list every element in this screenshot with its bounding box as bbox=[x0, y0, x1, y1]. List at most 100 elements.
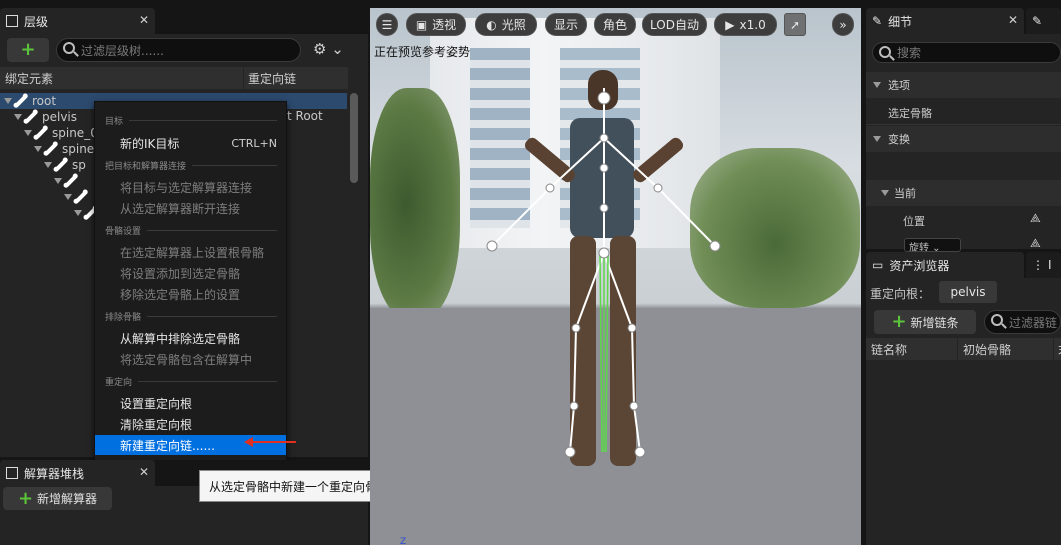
menu-label: 清除重定向根 bbox=[120, 417, 193, 432]
chain-value: t Root bbox=[287, 109, 323, 123]
more-options-button[interactable]: » bbox=[832, 13, 854, 36]
hierarchy-scrollbar[interactable] bbox=[350, 93, 358, 183]
menu-label: 在选定解算器上设置根骨骼 bbox=[120, 245, 265, 260]
tree-row-spine0[interactable]: spine_0 bbox=[24, 125, 98, 141]
col-end-bone[interactable]: 末 bbox=[1054, 338, 1061, 360]
menu-item-new-chain[interactable]: 新建重定向链...... bbox=[95, 435, 286, 455]
tab-details[interactable]: ✎ 细节 ✕ bbox=[866, 8, 1024, 34]
viewport-menu-button[interactable]: ☰ bbox=[376, 13, 398, 36]
menu-item-clear-retarget-root[interactable]: 清除重定向根 bbox=[95, 414, 286, 434]
divider bbox=[866, 124, 1061, 125]
show-button[interactable]: 显示 bbox=[545, 13, 587, 36]
rotation-label: 旋转 bbox=[909, 243, 929, 252]
close-icon[interactable]: ✕ bbox=[139, 465, 149, 479]
expand-icon[interactable] bbox=[4, 98, 12, 104]
divider bbox=[192, 165, 277, 166]
lod-button[interactable]: LOD自动 bbox=[642, 13, 707, 36]
menu-item-exclude[interactable]: 从解算中排除选定骨骼 bbox=[95, 328, 286, 348]
expand-icon[interactable] bbox=[14, 114, 22, 120]
viewport[interactable]: 正在预览参考姿势 Z bbox=[370, 8, 861, 545]
add-solver-button[interactable]: + 新增解算器 bbox=[3, 487, 112, 510]
expand-icon[interactable] bbox=[64, 194, 72, 200]
section-current[interactable]: 当前 bbox=[866, 180, 1061, 206]
tab-ik-label: I bbox=[1048, 258, 1052, 272]
menu-label: 将设置添加到选定骨骼 bbox=[120, 266, 241, 281]
character-label: 角色 bbox=[602, 18, 627, 32]
section-label: 把目标和解算器连接 bbox=[105, 162, 187, 172]
tab-details-2[interactable]: ✎ bbox=[1026, 8, 1061, 34]
tree-row-spine2[interactable]: sp bbox=[44, 157, 86, 173]
close-icon[interactable]: ✕ bbox=[1008, 13, 1018, 27]
expand-icon[interactable] bbox=[54, 178, 62, 184]
add-solver-label: 新增解算器 bbox=[37, 492, 98, 506]
bone-icon bbox=[34, 126, 48, 140]
tab-asset-browser[interactable]: ▭ 资产浏览器 bbox=[866, 252, 1024, 278]
perspective-button[interactable]: ▣ 透视 bbox=[406, 13, 466, 36]
hierarchy-tabbar: 层级 ✕ bbox=[0, 8, 370, 34]
section-transform[interactable]: 变换 bbox=[866, 126, 1061, 152]
viewport-status-text: 正在预览参考姿势 bbox=[374, 45, 471, 59]
details-search-placeholder: 搜索 bbox=[897, 46, 922, 60]
lit-button[interactable]: ◐ 光照 bbox=[475, 13, 537, 36]
chain-filter-input[interactable]: 过滤器链 bbox=[984, 310, 1061, 334]
collapse-icon bbox=[873, 82, 881, 88]
tree-row-pelvis[interactable]: pelvis bbox=[14, 109, 77, 125]
search-icon bbox=[63, 42, 75, 54]
add-button[interactable]: + bbox=[7, 38, 49, 62]
bone-label: root bbox=[32, 94, 57, 108]
section-label: 骨骼设置 bbox=[105, 227, 142, 237]
menu-item-include[interactable]: 将选定骨骼包含在解算中 bbox=[95, 349, 286, 369]
expand-icon[interactable] bbox=[34, 146, 42, 152]
menu-item-set-root[interactable]: 在选定解算器上设置根骨骼 bbox=[95, 242, 286, 262]
retarget-root-dropdown[interactable]: pelvis bbox=[939, 281, 997, 303]
tree-row-spine3[interactable] bbox=[54, 173, 82, 189]
col-start-bone[interactable]: 初始骨骼 bbox=[958, 338, 1053, 360]
character-button[interactable]: 角色 bbox=[594, 13, 636, 36]
position-label: 位置 bbox=[903, 215, 925, 228]
col-bind-element[interactable]: 绑定元素 bbox=[0, 67, 243, 89]
expand-icon[interactable] bbox=[74, 210, 82, 216]
plus-icon: + bbox=[17, 487, 34, 509]
speed-label: x1.0 bbox=[739, 17, 766, 32]
cursor-icon: ➚ bbox=[789, 17, 801, 32]
tab-ik[interactable]: ⋮ I bbox=[1026, 252, 1061, 278]
details-search-input[interactable]: 搜索 bbox=[872, 42, 1061, 63]
bone-icon bbox=[64, 174, 78, 188]
menu-section-target: 目标 bbox=[105, 114, 277, 127]
tab-asset-label: 资产浏览器 bbox=[889, 258, 950, 273]
lighting-icon: ◐ bbox=[486, 17, 497, 32]
col-retarget-chain[interactable]: 重定向链 bbox=[244, 67, 348, 89]
solver-icon bbox=[6, 467, 18, 479]
tree-row-root[interactable]: root bbox=[4, 93, 56, 109]
settings-gear-icon[interactable]: ⚙ ⌄ bbox=[313, 40, 344, 58]
axis-gizmo-icon-2[interactable]: ⟁ bbox=[1030, 236, 1041, 251]
menu-item-remove-settings[interactable]: 移除选定骨骼上的设置 bbox=[95, 284, 286, 304]
search-icon bbox=[879, 46, 891, 58]
section-options[interactable]: 选项 bbox=[866, 72, 1061, 98]
tab-solver-stack[interactable]: 解算器堆栈 ✕ bbox=[0, 460, 155, 486]
pencil-icon: ✎ bbox=[872, 14, 883, 28]
tree-row-spine1[interactable]: spine bbox=[34, 141, 94, 157]
menu-section-bone-settings: 骨骼设置 bbox=[105, 224, 277, 237]
tree-row-neck[interactable] bbox=[64, 189, 92, 205]
col-chain-name[interactable]: 链名称 bbox=[866, 338, 957, 360]
rotation-dropdown[interactable]: 旋转 ⌄ bbox=[904, 238, 961, 252]
add-chain-button[interactable]: + 新增链条 bbox=[874, 310, 976, 334]
perspective-label: 透视 bbox=[432, 18, 457, 32]
menu-item-connect[interactable]: 将目标与选定解算器连接 bbox=[95, 177, 286, 197]
close-icon[interactable]: ✕ bbox=[139, 13, 149, 27]
menu-item-new-ik-target[interactable]: 新的IK目标 CTRL+N bbox=[95, 133, 286, 153]
section-current-label: 当前 bbox=[894, 187, 916, 200]
axis-gizmo-icon[interactable]: ⟁ bbox=[1030, 211, 1041, 226]
bone-icon bbox=[54, 158, 68, 172]
play-speed-button[interactable]: ▶ x1.0 bbox=[714, 13, 777, 36]
hierarchy-search-placeholder: 过滤层级树...... bbox=[81, 43, 164, 58]
menu-item-disconnect[interactable]: 从选定解算器断开连接 bbox=[95, 198, 286, 218]
expand-icon[interactable] bbox=[44, 162, 52, 168]
expand-icon[interactable] bbox=[24, 130, 32, 136]
hierarchy-search-input[interactable]: 过滤层级树...... bbox=[56, 38, 301, 62]
menu-item-set-retarget-root[interactable]: 设置重定向根 bbox=[95, 393, 286, 413]
select-mode-button[interactable]: ➚ bbox=[784, 13, 806, 36]
tab-hierarchy[interactable]: 层级 ✕ bbox=[0, 8, 155, 34]
menu-item-add-settings[interactable]: 将设置添加到选定骨骼 bbox=[95, 263, 286, 283]
